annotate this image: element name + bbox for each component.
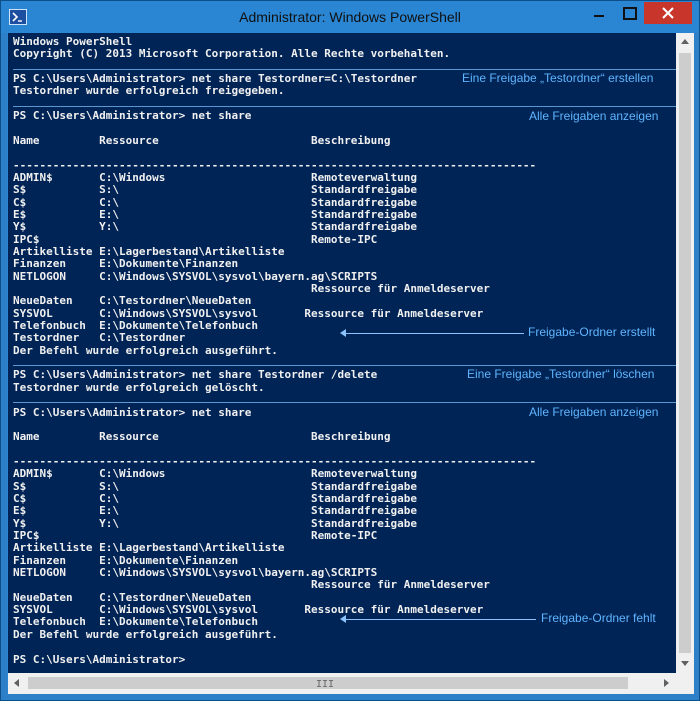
console-line: E$ E:\ Standardfreigabe [13, 504, 417, 518]
arrow-head-icon [340, 329, 346, 337]
maximize-button[interactable] [614, 2, 644, 24]
console-line: Telefonbuch E:\Dokumente\Telefonbuch [13, 615, 259, 629]
annotation-show-all-second: Alle Freigaben anzeigen [529, 405, 659, 419]
annotation-divider [13, 402, 676, 403]
console-line: NeueDaten C:\Testordner\NeueDaten [13, 294, 252, 308]
powershell-window: Administrator: Windows PowerShell PS C:\… [0, 0, 700, 701]
console-frame: PS C:\Users\Administrator> Der Befehl wur… [7, 33, 694, 694]
console-line: ----------------------------------------… [13, 158, 537, 172]
annotation-create-share: Eine Freigabe „Testordner“ erstellen [462, 71, 654, 85]
console-line: Der Befehl wurde erfolgreich ausgeführt. [13, 627, 278, 641]
vertical-scroll-thumb[interactable] [679, 53, 691, 653]
console-line: NETLOGON C:\Windows\SYSVOL\sysvol\bayern… [13, 566, 378, 580]
console-line: Finanzen E:\Dokumente\Finanzen [13, 553, 239, 567]
scroll-left-icon[interactable] [14, 679, 19, 687]
console-line: Testordner wurde erfolgreich gelöscht. [13, 380, 265, 394]
maximize-icon [623, 7, 637, 20]
console-line: C$ C:\ Standardfreigabe [13, 195, 417, 209]
console-line: Artikelliste E:\Lagerbestand\Artikellist… [13, 244, 285, 258]
console-line: ADMIN$ C:\Windows Remoteverwaltung [13, 170, 417, 184]
console-line: S$ S:\ Standardfreigabe [13, 183, 417, 197]
console-line: Der Befehl wurde erfolgreich ausgeführt. [13, 343, 278, 357]
horizontal-scroll-thumb[interactable]: III [28, 677, 628, 690]
console-line: IPC$ Remote-IPC [13, 232, 378, 246]
console-line: Copyright (C) 2013 Microsoft Corporation… [13, 47, 451, 61]
annotation-arrow [344, 619, 536, 620]
console-line: PS C:\Users\Administrator> net share [13, 405, 252, 419]
annotation-delete-share: Eine Freigabe „Testordner“ löschen [467, 367, 655, 381]
title-bar[interactable]: Administrator: Windows PowerShell [1, 1, 699, 33]
console-line: NETLOGON C:\Windows\SYSVOL\sysvol\bayern… [13, 269, 378, 283]
scroll-down-icon[interactable] [681, 661, 689, 666]
horizontal-scrollbar[interactable]: III [8, 673, 676, 694]
annotation-divider [13, 365, 676, 366]
console-line: Y$ Y:\ Standardfreigabe [13, 516, 417, 530]
console-line: Y$ Y:\ Standardfreigabe [13, 220, 417, 234]
vertical-scrollbar[interactable] [676, 33, 694, 673]
console-line: Testordner wurde erfolgreich freigegeben… [13, 84, 285, 98]
scroll-up-icon[interactable] [681, 39, 689, 44]
resize-corner[interactable] [676, 673, 694, 694]
console-line: SYSVOL C:\Windows\SYSVOL\sysvol Ressourc… [13, 306, 484, 320]
scroll-grip: III [316, 679, 335, 690]
close-button[interactable] [644, 2, 692, 24]
console-line: Name Ressource Beschreibung [13, 430, 391, 444]
console-line: PS C:\Users\Administrator> net share Tes… [13, 72, 417, 86]
console-line: Telefonbuch E:\Dokumente\Telefonbuch [13, 319, 259, 333]
console-output[interactable]: PS C:\Users\Administrator> Der Befehl wur… [8, 33, 676, 673]
console-line: Finanzen E:\Dokumente\Finanzen [13, 257, 239, 271]
annotation-show-all-first: Alle Freigaben anzeigen [529, 109, 659, 123]
console-line: ----------------------------------------… [13, 454, 537, 468]
console-line: Testordner C:\Testordner [13, 331, 186, 345]
minimize-button[interactable] [584, 2, 614, 24]
arrow-head-icon [340, 615, 346, 623]
annotation-divider [13, 106, 676, 107]
console-line: SYSVOL C:\Windows\SYSVOL\sysvol Ressourc… [13, 603, 484, 617]
console-line: Ressource für Anmeldeserver [13, 578, 490, 592]
close-icon [662, 7, 674, 19]
console-line: PS C:\Users\Administrator> net share Tes… [13, 368, 378, 382]
console-line: Artikelliste E:\Lagerbestand\Artikellist… [13, 541, 285, 555]
console-line: NeueDaten C:\Testordner\NeueDaten [13, 590, 252, 604]
scroll-right-icon[interactable] [664, 679, 669, 687]
console-line: PS C:\Users\Administrator> net share [13, 109, 252, 123]
console-line: S$ S:\ Standardfreigabe [13, 479, 417, 493]
minimize-icon [594, 15, 604, 17]
console-line: E$ E:\ Standardfreigabe [13, 207, 417, 221]
console-line: Ressource für Anmeldeserver [13, 282, 490, 295]
annotation-folder-created: Freigabe-Ordner erstellt [528, 325, 656, 339]
console-line: C$ C:\ Standardfreigabe [13, 491, 417, 505]
annotation-divider [13, 69, 676, 70]
annotation-folder-missing: Freigabe-Ordner fehlt [541, 611, 656, 625]
annotation-arrow [344, 333, 524, 334]
console-line: ADMIN$ C:\Windows Remoteverwaltung [13, 467, 417, 481]
console-line: PS C:\Users\Administrator> [13, 652, 186, 666]
console-line: Windows PowerShell [13, 35, 133, 48]
console-line: IPC$ Remote-IPC [13, 529, 378, 542]
console-line: Name Ressource Beschreibung [13, 133, 391, 147]
